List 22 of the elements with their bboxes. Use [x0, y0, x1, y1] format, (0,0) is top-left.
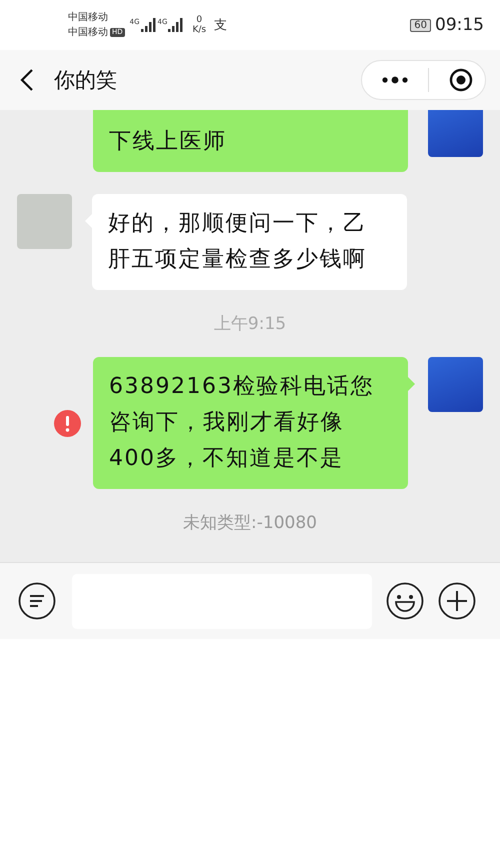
chat-title: 你的笑: [54, 67, 117, 94]
send-failed-icon[interactable]: [54, 410, 81, 436]
speed-value: 0: [196, 15, 202, 25]
close-icon[interactable]: [449, 68, 473, 92]
carrier-name: 中国移动: [68, 26, 108, 40]
system-notice: 未知类型:-10080: [183, 512, 317, 534]
battery-level: 60: [410, 18, 431, 32]
signal-icon: [140, 18, 157, 32]
carrier-name: 中国移动: [68, 10, 108, 25]
message-bubble: 63892163检验科电话您咨询下，我刚才看好像400多，不知道是不是: [93, 357, 408, 489]
signal-icon: [168, 18, 184, 32]
back-icon[interactable]: [20, 68, 34, 92]
speed-unit: K/s: [192, 25, 206, 35]
voice-toggle-icon[interactable]: [18, 582, 56, 620]
timestamp: 上午9:15: [214, 313, 286, 335]
notification-glyph: 支: [214, 17, 228, 34]
emoji-icon[interactable]: [386, 582, 424, 620]
more-icon[interactable]: [382, 76, 408, 84]
message-bubble: 下线上医师: [93, 110, 408, 172]
message-bubble: 好的，那顺便问一下，乙肝五项定量检查多少钱啊: [92, 194, 407, 290]
add-icon[interactable]: [438, 582, 476, 620]
clock-time: 09:15: [435, 15, 484, 35]
